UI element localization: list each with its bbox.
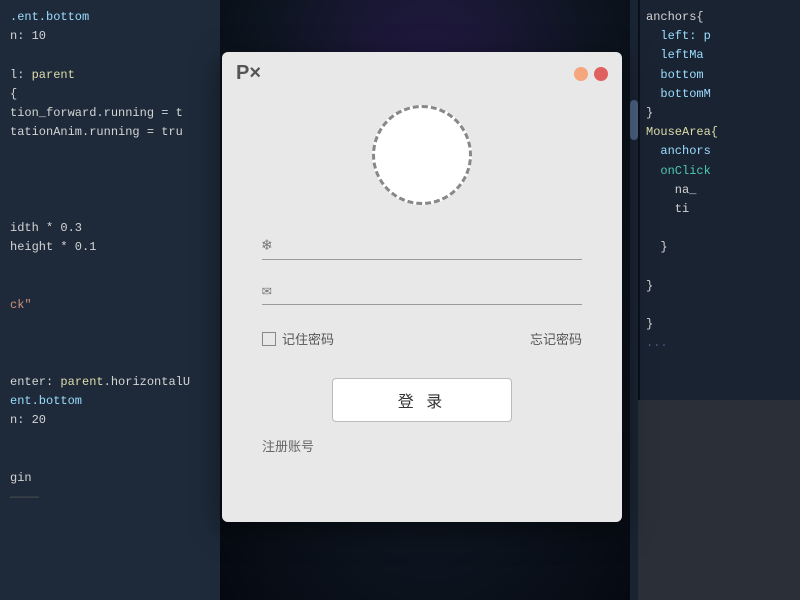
username-input-group: ❄ (262, 235, 582, 260)
username-input[interactable] (282, 237, 582, 253)
email-input-group: ✉ (262, 280, 582, 305)
login-button[interactable]: 登 录 (332, 378, 512, 422)
window-controls (574, 67, 608, 81)
remember-label[interactable]: 记住密码 (262, 329, 334, 348)
register-link[interactable]: 注册账号 (222, 436, 314, 455)
remember-text: 记住密码 (282, 329, 334, 348)
avatar-circle (372, 105, 472, 205)
minimize-button[interactable] (574, 67, 588, 81)
email-form-group: ✉ (222, 280, 622, 325)
login-dialog: P× ❄ ✉ 记住密码 忘记密码 登 录 注册账号 (222, 52, 622, 522)
forgot-link[interactable]: 忘记密码 (530, 329, 582, 348)
options-row: 记住密码 忘记密码 (222, 329, 622, 348)
scrollbar[interactable] (630, 0, 638, 600)
scrollbar-thumb[interactable] (630, 100, 638, 140)
code-background-left: .ent.bottom n: 10 l: parent { tion_forwa… (0, 0, 220, 600)
username-form-group: ❄ (222, 235, 622, 280)
dark-panel (638, 400, 800, 600)
username-icon: ❄ (262, 235, 272, 255)
remember-checkbox[interactable] (262, 332, 276, 346)
email-icon: ✉ (262, 280, 272, 300)
dialog-logo: P× (236, 62, 261, 85)
dialog-titlebar: P× (222, 52, 622, 95)
close-button[interactable] (594, 67, 608, 81)
email-input[interactable] (282, 282, 582, 298)
